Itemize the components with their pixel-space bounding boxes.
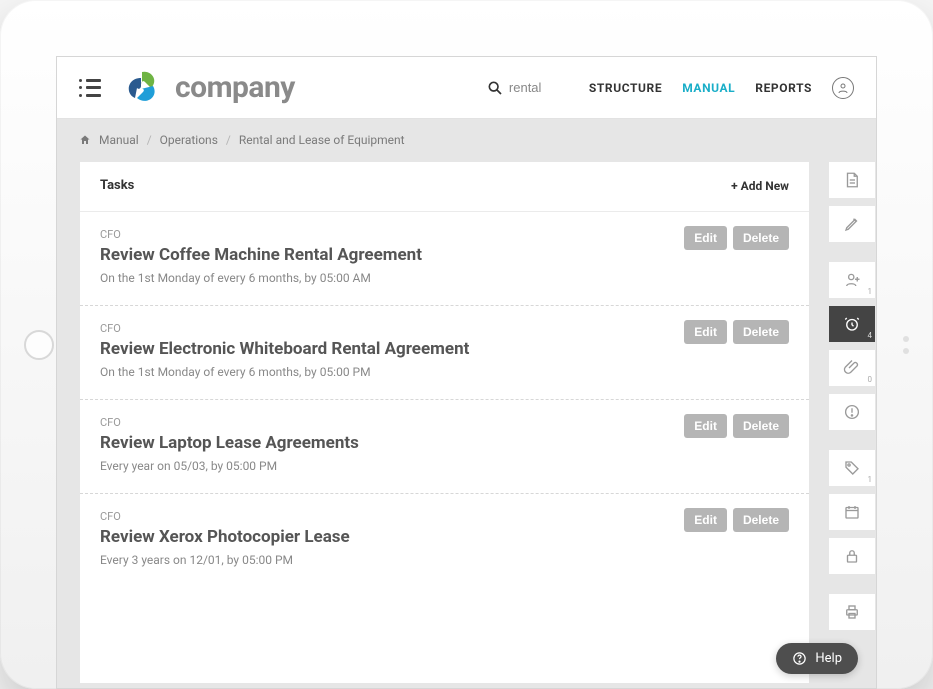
crumb-sep: / <box>226 133 231 147</box>
topbar: company STRUCTURE MANUAL REPORTS <box>57 57 876 119</box>
crumb-current[interactable]: Rental and Lease of Equipment <box>239 133 405 147</box>
rail-edit[interactable] <box>828 205 876 243</box>
panel-title: Tasks <box>100 178 134 193</box>
edit-button[interactable]: Edit <box>684 414 727 438</box>
rail-tasks[interactable]: 4 <box>828 305 876 343</box>
rail-document[interactable] <box>828 161 876 199</box>
task-row: Edit Delete CFO Review Coffee Machine Re… <box>80 212 809 306</box>
search-box[interactable] <box>487 80 569 96</box>
task-schedule: Every year on 05/03, by 05:00 PM <box>100 459 789 473</box>
rail-calendar[interactable] <box>828 493 876 531</box>
right-rail: 1 4 0 1 <box>828 161 876 684</box>
tag-icon <box>843 459 861 477</box>
calendar-icon <box>843 503 861 521</box>
task-schedule: On the 1st Monday of every 6 months, by … <box>100 271 789 285</box>
add-new-button[interactable]: + Add New <box>731 179 789 193</box>
delete-button[interactable]: Delete <box>733 414 789 438</box>
home-icon <box>79 134 91 146</box>
brand-logo[interactable]: company <box>121 68 295 108</box>
rail-badge: 1 <box>868 475 873 484</box>
rail-badge: 1 <box>868 287 873 296</box>
task-row: Edit Delete CFO Review Electronic Whiteb… <box>80 306 809 400</box>
printer-icon <box>843 603 861 621</box>
delete-button[interactable]: Delete <box>733 508 789 532</box>
rail-print[interactable] <box>828 593 876 631</box>
app-screen: company STRUCTURE MANUAL REPORTS Manual … <box>56 56 877 689</box>
task-schedule: Every 3 years on 12/01, by 05:00 PM <box>100 553 789 567</box>
breadcrumb: Manual / Operations / Rental and Lease o… <box>57 119 876 161</box>
delete-button[interactable]: Delete <box>733 226 789 250</box>
edit-button[interactable]: Edit <box>684 226 727 250</box>
delete-button[interactable]: Delete <box>733 320 789 344</box>
help-label: Help <box>815 651 842 666</box>
user-icon <box>837 82 849 94</box>
rail-alerts[interactable] <box>828 393 876 431</box>
rail-attachments[interactable]: 0 <box>828 349 876 387</box>
tablet-home-button <box>24 330 54 360</box>
nav-manual[interactable]: MANUAL <box>682 81 735 95</box>
menu-button[interactable] <box>79 79 101 97</box>
user-avatar-button[interactable] <box>832 77 854 99</box>
rail-tags[interactable]: 1 <box>828 449 876 487</box>
alert-icon <box>843 403 861 421</box>
help-button[interactable]: Help <box>776 643 858 674</box>
crumb-operations[interactable]: Operations <box>160 133 218 147</box>
search-icon <box>487 80 503 96</box>
nav-reports[interactable]: REPORTS <box>755 81 812 95</box>
pencil-icon <box>843 215 861 233</box>
task-row: Edit Delete CFO Review Laptop Lease Agre… <box>80 400 809 494</box>
alarm-clock-icon <box>843 315 861 333</box>
edit-button[interactable]: Edit <box>684 508 727 532</box>
paperclip-icon <box>843 359 861 377</box>
task-schedule: On the 1st Monday of every 6 months, by … <box>100 365 789 379</box>
task-row: Edit Delete CFO Review Xerox Photocopier… <box>80 494 809 587</box>
crumb-sep: / <box>147 133 152 147</box>
lock-icon <box>843 547 861 565</box>
nav-structure[interactable]: STRUCTURE <box>589 81 662 95</box>
tablet-frame: company STRUCTURE MANUAL REPORTS Manual … <box>0 0 933 689</box>
nav-links: STRUCTURE MANUAL REPORTS <box>589 81 812 95</box>
rail-badge: 4 <box>868 331 873 340</box>
document-icon <box>843 171 861 189</box>
edit-button[interactable]: Edit <box>684 320 727 344</box>
tasks-panel: Tasks + Add New Edit Delete CFO Review C… <box>79 161 810 684</box>
person-icon <box>843 271 861 289</box>
help-icon <box>792 651 807 666</box>
brand-text: company <box>175 70 295 105</box>
rail-badge: 0 <box>868 375 873 384</box>
rail-lock[interactable] <box>828 537 876 575</box>
search-input[interactable] <box>509 80 569 95</box>
logo-icon <box>121 68 165 108</box>
rail-person[interactable]: 1 <box>828 261 876 299</box>
tablet-camera-dots <box>903 330 909 360</box>
crumb-manual[interactable]: Manual <box>99 133 139 147</box>
